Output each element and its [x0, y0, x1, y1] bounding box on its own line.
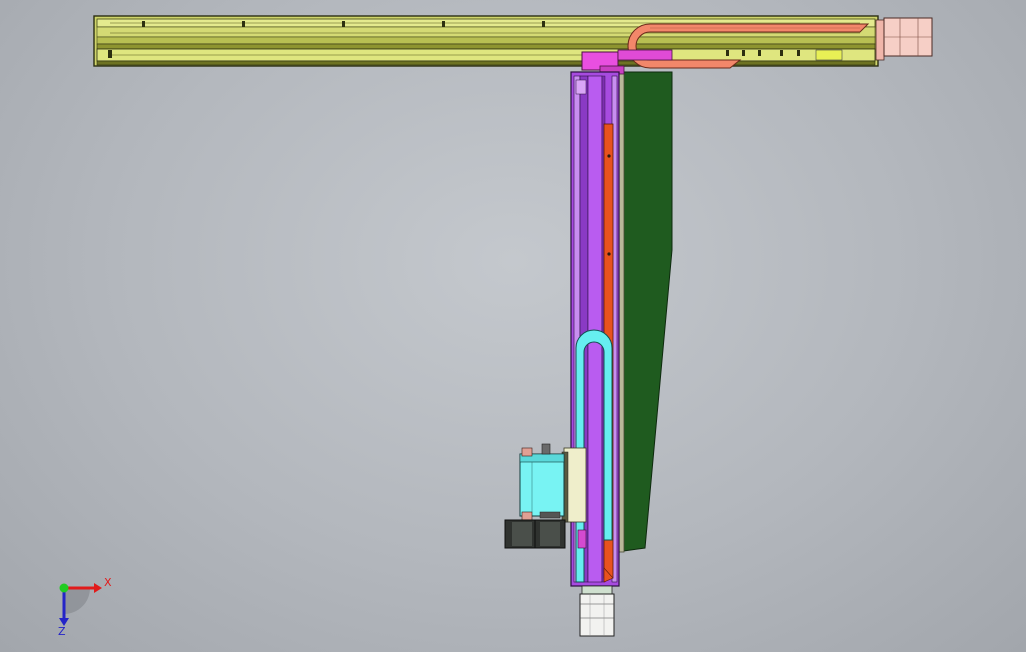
cad-viewport[interactable]: X Z: [0, 0, 1026, 652]
z-axis-label: Z: [58, 625, 66, 638]
triad-plane-shade: [64, 588, 90, 614]
rail-end-block: [815, 49, 843, 61]
gripper-assembly: [519, 443, 587, 523]
x-axis-label: X: [104, 576, 112, 589]
orientation-triad: X Z: [58, 576, 112, 638]
pulley-rollers: [504, 519, 566, 549]
gripper-mount-magenta: [577, 529, 587, 549]
z-axis-motor: [579, 585, 615, 637]
green-side-panel: [615, 71, 673, 553]
x-axis-motor: [875, 17, 933, 61]
gantry-assembly-drawing: [93, 15, 933, 637]
y-axis-dot: [59, 583, 69, 593]
x-axis-arrowhead: [94, 583, 102, 593]
